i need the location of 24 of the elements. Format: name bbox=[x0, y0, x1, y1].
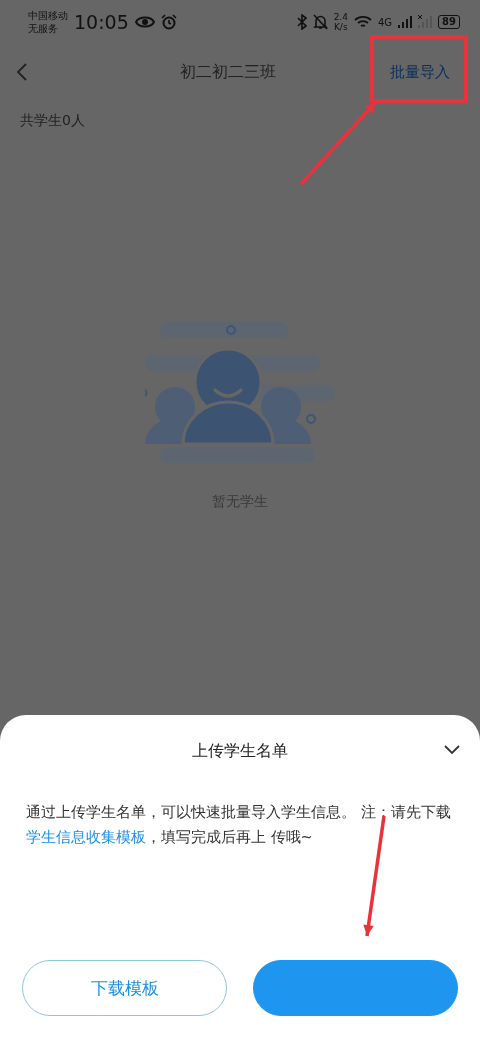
carrier-name: 中国移动 bbox=[28, 9, 68, 22]
template-link[interactable]: 学生信息收集模板 bbox=[26, 829, 146, 845]
page-title: 初二初二三班 bbox=[180, 61, 276, 83]
signal-off-icon bbox=[418, 15, 433, 29]
bell-off-icon bbox=[312, 14, 328, 30]
batch-import-link[interactable]: 批量导入 bbox=[388, 62, 452, 82]
download-template-button[interactable]: 下载模板 bbox=[22, 960, 227, 1016]
bluetooth-icon bbox=[296, 14, 307, 30]
service-status: 无服务 bbox=[28, 22, 59, 35]
battery-level: 89 bbox=[438, 15, 460, 29]
wifi-icon bbox=[353, 15, 372, 29]
network-type: 4G bbox=[377, 16, 393, 28]
back-icon[interactable] bbox=[16, 62, 28, 82]
alarm-icon bbox=[160, 14, 177, 30]
sheet-title: 上传学生名单 bbox=[192, 741, 288, 762]
clock-time: 10:05 bbox=[74, 11, 129, 33]
collapse-chevron-icon[interactable] bbox=[444, 745, 460, 755]
student-count: 共学生0人 bbox=[19, 111, 86, 130]
upload-button[interactable] bbox=[253, 960, 458, 1016]
speed-unit: K/s bbox=[333, 22, 348, 32]
speed-value: 2.4 bbox=[333, 12, 348, 22]
signal-icon bbox=[398, 15, 413, 29]
eye-icon bbox=[134, 15, 155, 29]
upload-instructions: 通过上传学生名单，可以快速批量导入学生信息。 注：请先下载 学生信息收集模板，填写完成后再上 传哦~ bbox=[26, 803, 452, 847]
